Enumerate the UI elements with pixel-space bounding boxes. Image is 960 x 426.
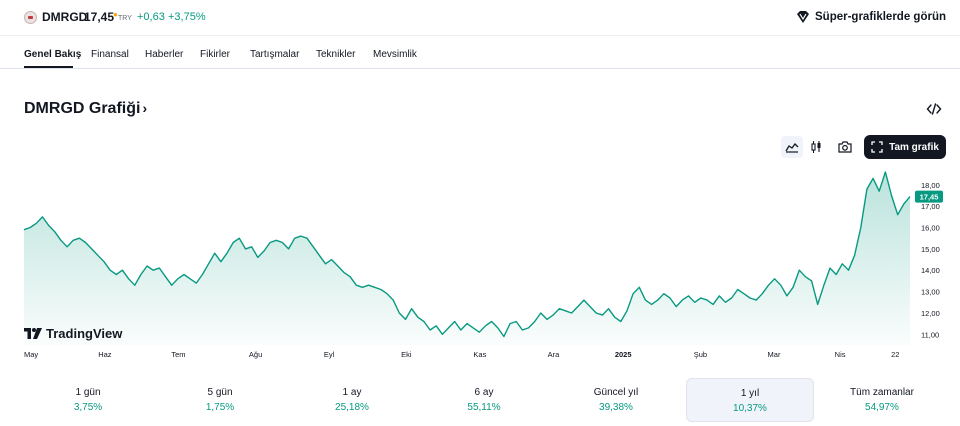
period-label: Tüm zamanlar: [850, 387, 914, 398]
price-area-fill: [24, 172, 910, 345]
super-charts-link[interactable]: Süper-grafiklerde görün: [796, 10, 946, 24]
period-label: 1 ay: [342, 387, 362, 398]
price-change-percent: +3,75%: [168, 11, 206, 23]
period-1-day[interactable]: 1 gün 3,75%: [24, 378, 152, 422]
x-tick-label: 2025: [615, 350, 632, 359]
tradingview-label: TradingView: [46, 326, 123, 341]
symbol-name[interactable]: DMRGD: [42, 10, 87, 24]
period-1-year[interactable]: 1 yıl 10,37%: [686, 378, 814, 422]
period-value: 25,18%: [335, 402, 369, 413]
full-chart-label: Tam grafik: [889, 141, 939, 153]
tab-haberler[interactable]: Haberler: [145, 49, 183, 60]
active-tab-indicator: [24, 66, 73, 68]
x-tick-label: Haz: [98, 350, 112, 359]
y-tick-label: 16,00: [921, 224, 940, 233]
period-value: 39,38%: [599, 402, 633, 413]
full-chart-button[interactable]: Tam grafik: [864, 135, 946, 159]
x-tick-label: Ara: [548, 350, 561, 359]
price-chart[interactable]: 18,00 17,00 16,00 15,00 14,00 13,00 12,00 11,00…: [0, 160, 960, 360]
y-tick-label: 17,00: [921, 202, 940, 211]
y-tick-label: 14,00: [921, 266, 940, 275]
tab-tartismalar[interactable]: Tartışmalar: [250, 49, 299, 60]
last-price: 17,45: [84, 10, 115, 24]
tab-genel-bakis[interactable]: Genel Bakış: [24, 49, 81, 60]
period-value: 10,37%: [733, 403, 767, 414]
candles-icon: [811, 141, 821, 153]
area-chart-button[interactable]: [781, 136, 803, 158]
period-label: 6 ay: [474, 387, 494, 398]
y-tick-label: 11,00: [921, 330, 939, 339]
area-chart-icon: [785, 143, 799, 153]
x-tick-label: May: [24, 350, 38, 359]
x-tick-label: Mar: [768, 350, 781, 359]
x-tick-label: Kas: [473, 350, 486, 359]
period-5-day[interactable]: 5 gün 1,75%: [156, 378, 284, 422]
period-label: 1 yıl: [740, 388, 760, 399]
chart-title-link[interactable]: DMRGD Grafiği ›: [24, 100, 147, 118]
period-all-time[interactable]: Tüm zamanlar 54,97%: [818, 378, 946, 422]
period-value: 3,75%: [73, 402, 103, 413]
tradingview-logo-icon: [24, 328, 42, 339]
current-price-label: 17,45: [920, 193, 939, 202]
tab-finansal[interactable]: Finansal: [91, 49, 129, 60]
chart-title: DMRGD Grafiği: [24, 100, 141, 117]
price-chart-svg: 18,00 17,00 16,00 15,00 14,00 13,00 12,00 11,00…: [23, 171, 943, 359]
x-tick-label: Ağu: [249, 350, 262, 359]
x-tick-label: Şub: [694, 350, 707, 359]
tab-fikirler[interactable]: Fikirler: [200, 49, 230, 60]
period-6-month[interactable]: 6 ay 55,11%: [420, 378, 548, 422]
super-charts-label: Süper-grafiklerde görün: [815, 11, 946, 23]
currency-label: TRY: [118, 15, 132, 22]
period-performance: 1 gün 3,75% 5 gün 1,75% 1 ay 25,18% 6 ay…: [24, 378, 946, 422]
period-ytd[interactable]: Güncel yıl 39,38%: [552, 378, 680, 422]
tab-mevsimlik[interactable]: Mevsimlik: [373, 49, 417, 60]
period-label: Güncel yıl: [593, 387, 639, 398]
period-label: 5 gün: [207, 387, 233, 398]
fullscreen-icon: [871, 141, 883, 153]
y-tick-label: 12,00: [921, 309, 940, 318]
section-tabs: Genel Bakış Finansal Haberler Fikirler T…: [0, 37, 960, 69]
camera-icon: [838, 141, 852, 153]
candles-chart-button[interactable]: [805, 136, 827, 158]
symbol-header: DMRGD 17,45 ● TRY +0,63 +3,75% Süper-gra…: [0, 0, 960, 36]
period-value: 55,11%: [467, 402, 501, 413]
x-tick-label: Eki: [401, 350, 412, 359]
x-tick-label: 22: [891, 350, 899, 359]
x-tick-label: Tem: [171, 350, 185, 359]
y-tick-label: 15,00: [921, 245, 940, 254]
tradingview-branding[interactable]: TradingView: [24, 326, 122, 341]
period-1-month[interactable]: 1 ay 25,18%: [288, 378, 416, 422]
x-tick-label: Eyl: [324, 350, 335, 359]
period-value: 54,97%: [865, 402, 899, 413]
embed-code-icon[interactable]: [926, 101, 942, 117]
tab-teknikler[interactable]: Teknikler: [316, 49, 355, 60]
supercharts-logo-icon: [797, 11, 809, 23]
chevron-right-icon: ›: [142, 100, 148, 116]
y-tick-label: 13,00: [921, 288, 940, 297]
x-tick-label: Nis: [835, 350, 846, 359]
screenshot-button[interactable]: [834, 136, 856, 158]
y-tick-label: 18,00: [921, 181, 940, 190]
company-logo-icon: [24, 11, 37, 24]
period-label: 1 gün: [75, 387, 101, 398]
period-value: 1,75%: [205, 402, 235, 413]
price-change: +0,63: [137, 11, 165, 23]
